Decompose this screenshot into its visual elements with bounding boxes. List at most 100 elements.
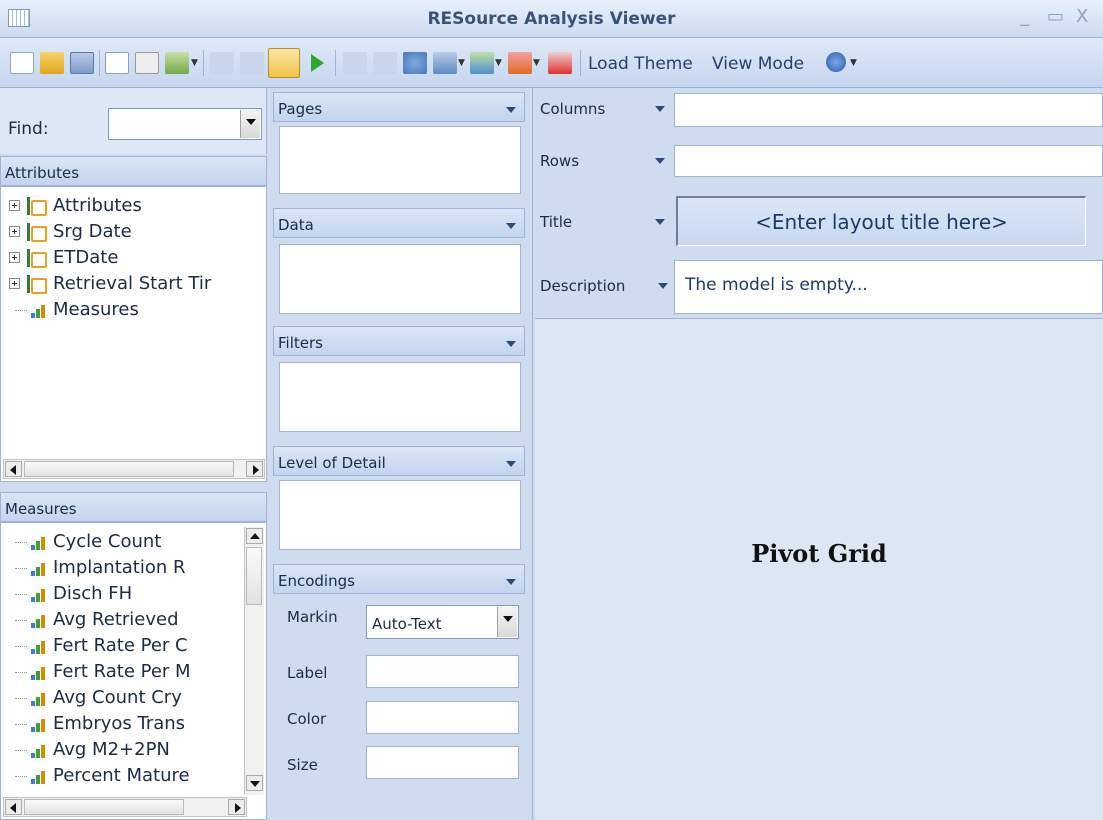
measure-list-item[interactable]: Fert Rate Per M — [1, 659, 247, 685]
move-icon[interactable] — [403, 52, 427, 74]
scroll-left-icon[interactable] — [5, 461, 22, 477]
save-icon[interactable] — [70, 52, 94, 74]
rows-drop-zone[interactable] — [674, 145, 1103, 177]
chevron-down-icon[interactable] — [506, 223, 516, 229]
marking-dropdown-icon[interactable] — [497, 607, 517, 637]
pages-shelf-header[interactable]: Pages — [273, 92, 525, 122]
measure-list-item[interactable]: Avg M2+2PN — [1, 737, 247, 763]
size-encoding-drop-zone[interactable] — [366, 746, 519, 779]
load-theme-button[interactable]: Load Theme — [588, 54, 693, 74]
expand-icon[interactable] — [9, 226, 20, 237]
attributes-horizontal-scrollbar[interactable] — [3, 459, 265, 479]
open-folder-icon[interactable] — [40, 52, 64, 74]
find-combobox[interactable] — [108, 108, 262, 140]
scroll-right-icon[interactable] — [246, 461, 263, 477]
expand-icon[interactable] — [9, 252, 20, 263]
measures-list[interactable]: Cycle Count Implantation R Disch FH Avg Ret… — [0, 522, 267, 820]
measure-list-item[interactable]: Avg Count Cry — [1, 685, 247, 711]
description-field[interactable]: The model is empty... — [674, 260, 1103, 314]
label-encoding-drop-zone[interactable] — [366, 655, 519, 688]
measure-list-item[interactable]: Fert Rate Per C — [1, 633, 247, 659]
swap-axes-icon[interactable] — [343, 52, 367, 74]
format-dropdown-icon[interactable]: ▼ — [533, 58, 540, 68]
new-document-icon[interactable] — [10, 52, 34, 74]
calendar-icon[interactable] — [548, 52, 572, 74]
chevron-down-icon[interactable] — [658, 283, 668, 289]
copy-icon[interactable] — [135, 52, 159, 74]
scroll-right-icon[interactable] — [228, 799, 245, 815]
description-shelf-label[interactable]: Description — [540, 277, 675, 295]
export-report-icon[interactable] — [433, 52, 457, 74]
maximize-button[interactable]: ▭ — [1047, 6, 1064, 27]
measure-list-item[interactable]: Embryos Trans — [1, 711, 247, 737]
scrollbar-thumb[interactable] — [24, 461, 234, 477]
scrollbar-thumb[interactable] — [24, 799, 184, 815]
export-report-dropdown-icon[interactable]: ▼ — [458, 58, 465, 68]
level-of-detail-shelf-label: Level of Detail — [278, 454, 386, 472]
level-of-detail-drop-zone[interactable] — [279, 480, 521, 550]
tree-item-etdate[interactable]: ETDate — [1, 245, 266, 271]
chevron-down-icon[interactable] — [506, 341, 516, 347]
print-preview-icon[interactable] — [105, 52, 129, 74]
chevron-down-icon[interactable] — [655, 106, 665, 112]
chevron-down-icon[interactable] — [506, 461, 516, 467]
close-button[interactable]: X — [1076, 6, 1088, 27]
format-icon[interactable] — [508, 52, 532, 74]
rows-shelf-label[interactable]: Rows — [540, 152, 670, 170]
filters-shelf-header[interactable]: Filters — [273, 326, 525, 356]
expand-icon[interactable] — [9, 200, 20, 211]
title-shelf-label[interactable]: Title — [540, 213, 670, 231]
chevron-down-icon[interactable] — [506, 107, 516, 113]
minimize-button[interactable]: _ — [1020, 6, 1029, 27]
grid-view-icon[interactable] — [373, 52, 397, 74]
attributes-tree[interactable]: Attributes Srg Date ETDate Retrieval Sta… — [0, 186, 267, 482]
encodings-shelf-header[interactable]: Encodings — [273, 564, 525, 594]
measure-list-item[interactable]: Cycle Count — [1, 529, 247, 555]
measure-list-item[interactable]: Avg Retrieved — [1, 607, 247, 633]
marking-select[interactable]: Auto-Text — [366, 605, 519, 639]
scroll-down-icon[interactable] — [246, 775, 263, 791]
tree-item-attributes[interactable]: Attributes — [1, 193, 266, 219]
data-shelf-header[interactable]: Data — [273, 208, 525, 238]
measure-list-item[interactable]: Implantation R — [1, 555, 247, 581]
chevron-down-icon[interactable] — [506, 579, 516, 585]
tree-item-retrieval-start-time[interactable]: Retrieval Start Tir — [1, 271, 266, 297]
pivot-grid[interactable]: Pivot Grid — [535, 318, 1103, 820]
help-dropdown-icon[interactable]: ▼ — [850, 58, 857, 68]
scrollbar-thumb[interactable] — [246, 547, 262, 605]
scroll-up-icon[interactable] — [246, 528, 263, 544]
export-icon[interactable] — [165, 52, 189, 74]
help-icon[interactable] — [826, 52, 846, 72]
dimension-icon — [27, 249, 47, 268]
measure-icon — [31, 718, 49, 732]
measure-list-item[interactable]: Percent Mature — [1, 763, 247, 789]
level-of-detail-shelf-header[interactable]: Level of Detail — [273, 446, 525, 476]
measures-vertical-scrollbar[interactable] — [244, 527, 264, 795]
tree-item-srg-date[interactable]: Srg Date — [1, 219, 266, 245]
pages-drop-zone[interactable] — [279, 126, 521, 194]
undo-icon[interactable] — [210, 52, 234, 74]
measure-label: Cycle Count — [53, 531, 162, 552]
data-drop-zone[interactable] — [279, 244, 521, 314]
expand-icon[interactable] — [9, 278, 20, 289]
measures-horizontal-scrollbar[interactable] — [3, 797, 247, 817]
layout-title-input[interactable]: <Enter layout title here> — [676, 196, 1086, 246]
chevron-down-icon[interactable] — [655, 158, 665, 164]
color-encoding-drop-zone[interactable] — [366, 701, 519, 734]
run-icon[interactable] — [306, 52, 330, 74]
measure-label: Fert Rate Per M — [53, 661, 191, 682]
filters-drop-zone[interactable] — [279, 362, 521, 432]
view-mode-button[interactable]: View Mode — [712, 54, 804, 74]
chevron-down-icon[interactable] — [655, 219, 665, 225]
columns-drop-zone[interactable] — [674, 93, 1103, 127]
redo-icon[interactable] — [240, 52, 264, 74]
layout-toggle-icon[interactable] — [268, 48, 300, 78]
find-dropdown-icon[interactable] — [240, 110, 260, 138]
columns-shelf-label[interactable]: Columns — [540, 100, 670, 118]
chart-dropdown-icon[interactable]: ▼ — [495, 58, 502, 68]
chart-icon[interactable] — [470, 52, 494, 74]
tree-item-measures[interactable]: Measures — [1, 297, 266, 323]
export-dropdown-icon[interactable]: ▼ — [191, 58, 198, 68]
measure-list-item[interactable]: Disch FH — [1, 581, 247, 607]
scroll-left-icon[interactable] — [5, 799, 22, 815]
